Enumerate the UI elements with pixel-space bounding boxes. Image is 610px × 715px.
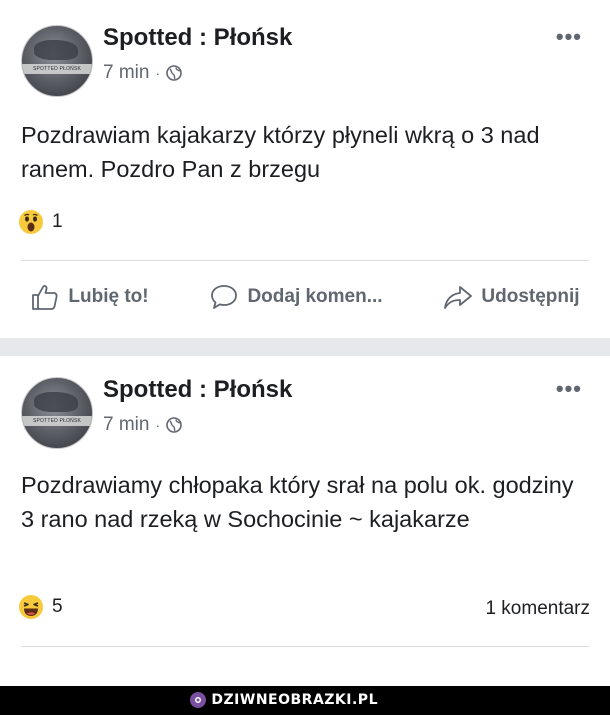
public-globe-icon <box>166 417 182 433</box>
post-meta: 7 min · <box>103 414 182 436</box>
divider <box>21 646 589 647</box>
more-options-icon[interactable]: ••• <box>556 376 582 402</box>
like-button[interactable]: Lubię to! <box>30 282 149 312</box>
share-label: Udostępnij <box>481 286 580 307</box>
post-actions-bar: Lubię to! Dodaj komen... Udostępnij <box>0 277 610 317</box>
page-avatar[interactable]: SPOTTED PŁOŃSK <box>21 377 93 449</box>
divider <box>21 260 589 261</box>
watermark-bar: DZIWNEOBRAZKI.PL <box>0 686 610 715</box>
post-meta: 7 min · <box>103 62 182 84</box>
comment-button[interactable]: Dodaj komen... <box>209 282 383 312</box>
watermark-text: DZIWNEOBRAZKI.PL <box>211 692 378 708</box>
watermark-logo-icon <box>190 692 207 708</box>
post-timestamp[interactable]: 7 min <box>103 62 149 84</box>
thumbs-up-icon <box>32 285 58 310</box>
page-name-link[interactable]: Spotted : Płońsk <box>103 376 292 404</box>
post-text: Pozdrawiam kajakarzy którzy płyneli wkrą… <box>21 122 540 182</box>
wow-emoji-icon <box>19 210 43 234</box>
post-card: SPOTTED PŁOŃSK Spotted : Płońsk 7 min · … <box>0 356 610 686</box>
feed-separator <box>0 338 610 356</box>
meta-separator: · <box>155 417 161 433</box>
reaction-count: 1 <box>52 211 63 232</box>
like-label: Lubię to! <box>68 286 149 307</box>
comments-count-link[interactable]: 1 komentarz <box>485 598 590 620</box>
meta-separator: · <box>155 65 161 81</box>
avatar-caption: SPOTTED PŁOŃSK <box>32 66 82 72</box>
page-avatar[interactable]: SPOTTED PŁOŃSK <box>21 25 93 97</box>
avatar-caption: SPOTTED PŁOŃSK <box>32 418 82 424</box>
page-name-link[interactable]: Spotted : Płońsk <box>103 24 292 52</box>
post-card: SPOTTED PŁOŃSK Spotted : Płońsk 7 min · … <box>0 0 610 338</box>
reactions-summary[interactable]: 1 <box>18 209 63 235</box>
haha-emoji-icon <box>19 595 43 619</box>
watermark: DZIWNEOBRAZKI.PL <box>190 692 378 708</box>
more-options-icon[interactable]: ••• <box>556 24 582 50</box>
reactions-summary[interactable]: 5 <box>18 594 63 620</box>
public-globe-icon <box>166 65 182 81</box>
comment-bubble-icon <box>211 285 238 309</box>
share-arrow-icon <box>444 286 473 309</box>
post-timestamp[interactable]: 7 min <box>103 414 149 436</box>
comment-label: Dodaj komen... <box>247 286 383 307</box>
post-text: Pozdrawiamy chłopaka który srał na polu … <box>21 472 574 532</box>
share-button[interactable]: Udostępnij <box>443 282 580 312</box>
reaction-count: 5 <box>52 596 63 617</box>
